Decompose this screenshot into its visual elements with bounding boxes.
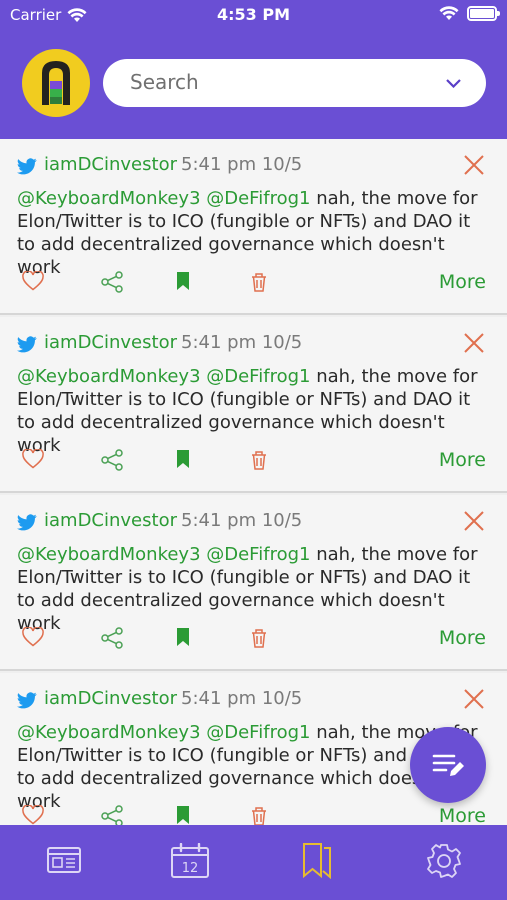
post-text: @KeyboardMonkey3 @DeFifrog1 nah, the mov… xyxy=(17,543,487,635)
logo-mark xyxy=(42,61,70,105)
wifi-icon xyxy=(439,6,459,20)
heart-icon[interactable] xyxy=(22,271,44,291)
bookmark-icon[interactable] xyxy=(176,627,190,647)
chevron-down-icon[interactable] xyxy=(446,79,461,88)
tab-bar: 12 xyxy=(0,825,507,900)
calendar-icon: 12 xyxy=(171,842,209,878)
post-text: @KeyboardMonkey3 @DeFifrog1 nah, the mov… xyxy=(17,365,487,457)
trash-icon[interactable] xyxy=(248,449,270,471)
tab-settings[interactable] xyxy=(426,843,462,883)
post-author[interactable]: iamDCinvestor xyxy=(44,332,177,353)
compose-icon xyxy=(432,754,464,776)
share-icon[interactable] xyxy=(100,449,124,471)
close-icon[interactable] xyxy=(463,688,485,710)
status-icons xyxy=(439,6,500,21)
post-text: @KeyboardMonkey3 @DeFifrog1 nah, the mov… xyxy=(17,187,487,279)
search-placeholder: Search xyxy=(130,70,199,94)
status-bar: Carrier 4:53 PM xyxy=(0,0,507,30)
twitter-icon xyxy=(17,336,37,353)
heart-icon[interactable] xyxy=(22,449,44,469)
trash-icon[interactable] xyxy=(248,627,270,649)
post-mentions[interactable]: @KeyboardMonkey3 @DeFifrog1 xyxy=(17,544,310,565)
calendar-day: 12 xyxy=(182,861,199,876)
close-icon[interactable] xyxy=(463,332,485,354)
search-field[interactable]: Search xyxy=(103,59,486,107)
post-card[interactable]: iamDCinvestor 5:41 pm 10/5 @KeyboardMonk… xyxy=(0,495,507,671)
more-link[interactable]: More xyxy=(439,805,486,825)
twitter-icon xyxy=(17,158,37,175)
twitter-icon xyxy=(17,692,37,709)
more-link[interactable]: More xyxy=(439,271,486,293)
share-icon[interactable] xyxy=(100,271,124,293)
bookmark-icon[interactable] xyxy=(176,449,190,469)
heart-icon[interactable] xyxy=(22,627,44,647)
feed[interactable]: iamDCinvestor 5:41 pm 10/5 @KeyboardMonk… xyxy=(0,139,507,825)
bookmarks-icon xyxy=(303,843,331,880)
battery-icon xyxy=(467,6,500,21)
post-mentions[interactable]: @KeyboardMonkey3 @DeFifrog1 xyxy=(17,188,310,209)
share-icon[interactable] xyxy=(100,805,124,825)
gear-icon xyxy=(427,844,461,878)
twitter-icon xyxy=(17,514,37,531)
post-mentions[interactable]: @KeyboardMonkey3 @DeFifrog1 xyxy=(17,722,310,743)
post-mentions[interactable]: @KeyboardMonkey3 @DeFifrog1 xyxy=(17,366,310,387)
more-link[interactable]: More xyxy=(439,627,486,649)
post-time: 5:41 pm 10/5 xyxy=(181,510,303,531)
trash-icon[interactable] xyxy=(248,805,270,825)
post-author[interactable]: iamDCinvestor xyxy=(44,154,177,175)
compose-button[interactable] xyxy=(410,727,486,803)
close-icon[interactable] xyxy=(463,510,485,532)
news-icon xyxy=(47,847,81,873)
post-time: 5:41 pm 10/5 xyxy=(181,688,303,709)
bookmark-icon[interactable] xyxy=(176,805,190,825)
post-time: 5:41 pm 10/5 xyxy=(181,154,303,175)
clock: 4:53 PM xyxy=(216,5,290,24)
post-card[interactable]: iamDCinvestor 5:41 pm 10/5 @KeyboardMonk… xyxy=(0,317,507,493)
header: Carrier 4:53 PM Search xyxy=(0,0,507,139)
heart-icon[interactable] xyxy=(22,805,44,825)
tab-bookmarks[interactable] xyxy=(301,843,333,883)
post-author[interactable]: iamDCinvestor xyxy=(44,688,177,709)
bookmark-icon[interactable] xyxy=(176,271,190,291)
tab-news[interactable] xyxy=(46,843,82,881)
post-author[interactable]: iamDCinvestor xyxy=(44,510,177,531)
close-icon[interactable] xyxy=(463,154,485,176)
post-card[interactable]: iamDCinvestor 5:41 pm 10/5 @KeyboardMonk… xyxy=(0,139,507,315)
more-link[interactable]: More xyxy=(439,449,486,471)
trash-icon[interactable] xyxy=(248,271,270,293)
tab-calendar[interactable]: 12 xyxy=(170,842,210,883)
app-logo[interactable] xyxy=(22,49,90,117)
post-time: 5:41 pm 10/5 xyxy=(181,332,303,353)
share-icon[interactable] xyxy=(100,627,124,649)
